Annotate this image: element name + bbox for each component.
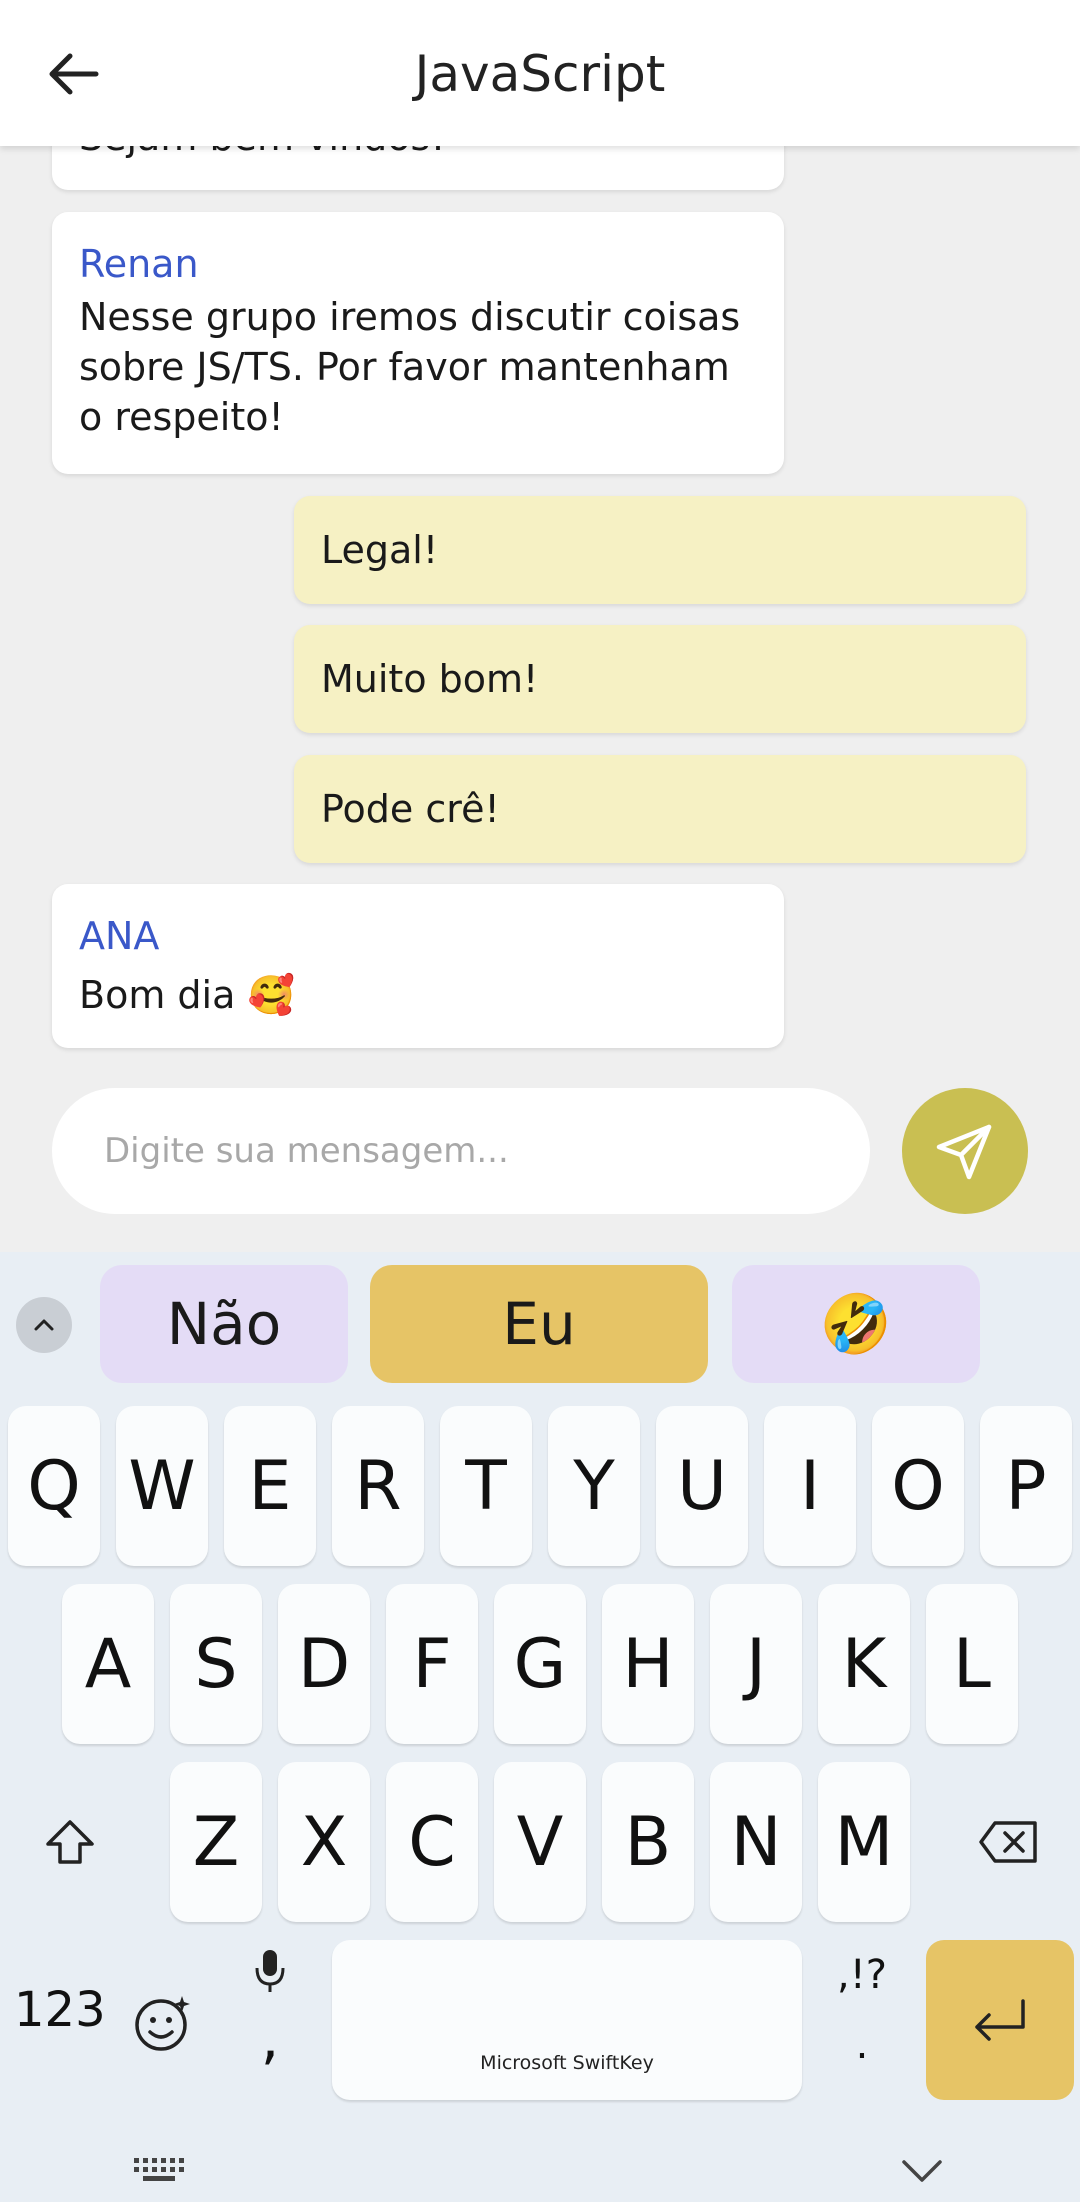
key[interactable]: G (494, 1584, 586, 1744)
chat-title: JavaScript (414, 45, 666, 103)
key[interactable]: C (386, 1762, 478, 1922)
message-author: Renan (79, 242, 199, 286)
period-key[interactable]: . (832, 2022, 892, 2068)
key[interactable]: B (602, 1762, 694, 1922)
emoji-key[interactable] (132, 1992, 194, 2054)
message-bubble: Sejam bem vindos! (52, 146, 784, 190)
suggestion-chip[interactable]: Eu (370, 1265, 708, 1383)
key[interactable]: Q (8, 1406, 100, 1566)
message-bubble: Legal! (294, 496, 1026, 604)
message-author: ANA (79, 914, 160, 958)
chevron-up-icon (34, 1319, 54, 1331)
backspace-icon (979, 1821, 1037, 1863)
message-list[interactable]: Sejam bem vindos! Renan Nesse grupo irem… (0, 146, 1080, 1056)
shift-key[interactable] (24, 1762, 116, 1922)
key[interactable]: M (818, 1762, 910, 1922)
message-text: Muito bom! (321, 657, 539, 701)
message-bubble: Muito bom! (294, 625, 1026, 733)
keyboard-icon (134, 2158, 184, 2181)
message-text: Nesse grupo iremos discutir coisas sobre… (79, 295, 741, 439)
onscreen-keyboard: Não Eu 🤣 Q W E R T Y U I O P A S D F G H… (0, 1252, 1080, 2202)
key[interactable]: D (278, 1584, 370, 1744)
suggestion-chip[interactable]: 🤣 (732, 1265, 980, 1383)
voice-input-key[interactable] (250, 1946, 290, 1996)
key[interactable]: J (710, 1584, 802, 1744)
key[interactable]: L (926, 1584, 1018, 1744)
key[interactable]: O (872, 1406, 964, 1566)
key[interactable]: W (116, 1406, 208, 1566)
message-text: Sejam bem vindos! (79, 146, 757, 162)
key[interactable]: I (764, 1406, 856, 1566)
emoji-icon (135, 1996, 190, 2051)
message-text: Bom dia 🥰 (79, 973, 295, 1017)
key[interactable]: S (170, 1584, 262, 1744)
message-bubble: Pode crê! (294, 755, 1026, 863)
key[interactable]: A (62, 1584, 154, 1744)
send-icon (936, 1124, 992, 1180)
app-header: JavaScript (0, 0, 1080, 146)
message-text: Legal! (321, 528, 439, 572)
key[interactable]: T (440, 1406, 532, 1566)
message-bubble: ANA Bom dia 🥰 (52, 884, 784, 1048)
key[interactable]: Y (548, 1406, 640, 1566)
key[interactable]: N (710, 1762, 802, 1922)
shift-icon (46, 1820, 94, 1864)
space-bar[interactable]: Microsoft SwiftKey (332, 1940, 802, 2100)
key[interactable]: U (656, 1406, 748, 1566)
chevron-down-icon (902, 2160, 942, 2182)
enter-key[interactable] (926, 1940, 1074, 2100)
key[interactable]: X (278, 1762, 370, 1922)
key[interactable]: Z (170, 1762, 262, 1922)
key[interactable]: R (332, 1406, 424, 1566)
send-button[interactable] (902, 1088, 1028, 1214)
suggestion-chip[interactable]: Não (100, 1265, 348, 1383)
punctuation-key[interactable]: ,!? (832, 1952, 892, 1998)
keyboard-switch-button[interactable] (130, 2152, 186, 2188)
key[interactable]: P (980, 1406, 1072, 1566)
enter-icon (975, 1999, 1025, 2041)
hide-keyboard-button[interactable] (896, 2152, 948, 2188)
key[interactable]: H (602, 1584, 694, 1744)
microphone-icon (255, 1950, 285, 1992)
message-bubble: Renan Nesse grupo iremos discutir coisas… (52, 212, 784, 474)
key[interactable]: F (386, 1584, 478, 1744)
key[interactable]: E (224, 1406, 316, 1566)
numbers-key[interactable]: 123 (14, 1982, 106, 2038)
message-text: Pode crê! (321, 787, 500, 831)
key[interactable]: V (494, 1762, 586, 1922)
space-bar-label: Microsoft SwiftKey (480, 2052, 654, 2074)
toolbar-toggle-button[interactable] (16, 1297, 72, 1353)
backspace-key[interactable] (962, 1762, 1054, 1922)
key[interactable]: K (818, 1584, 910, 1744)
comma-key[interactable]: , (250, 2004, 290, 2072)
message-input[interactable] (52, 1088, 870, 1214)
